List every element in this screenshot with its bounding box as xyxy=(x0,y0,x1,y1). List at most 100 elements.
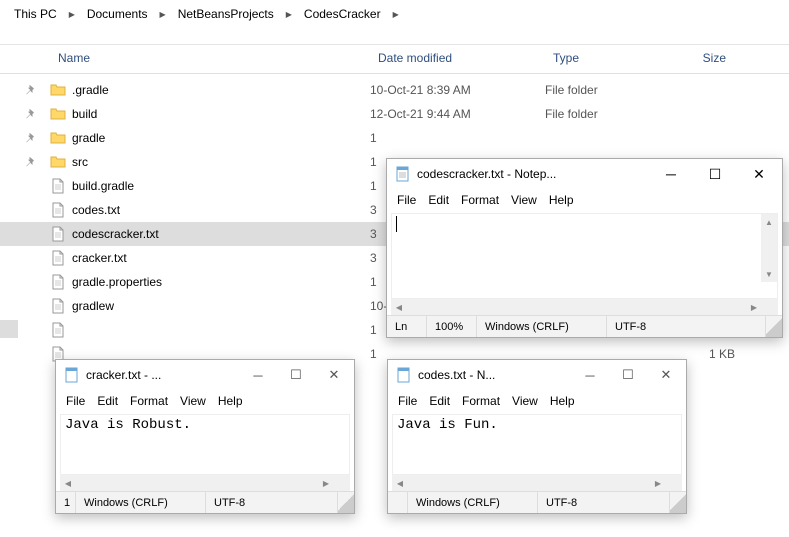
scrollbar-horizontal[interactable]: ◀ ▶ xyxy=(391,299,778,315)
status-bar: 1 Windows (CRLF) UTF-8 xyxy=(56,491,354,513)
maximize-button[interactable]: ☐ xyxy=(612,361,644,389)
titlebar[interactable]: codes.txt - N... ─ ☐ ✕ xyxy=(388,360,686,390)
resize-grip-icon[interactable] xyxy=(670,492,686,513)
notepad-cracker: cracker.txt - ... ─ ☐ ✕ File Edit Format… xyxy=(55,359,355,514)
resize-grip-icon[interactable] xyxy=(766,316,782,337)
crumb-netbeans[interactable]: NetBeansProjects xyxy=(174,5,278,23)
menu-help[interactable]: Help xyxy=(550,394,575,408)
crumb-codescracker[interactable]: CodesCracker xyxy=(300,5,385,23)
menu-format[interactable]: Format xyxy=(461,193,499,207)
titlebar[interactable]: codescracker.txt - Notep... ─ ☐ ✕ xyxy=(387,159,782,189)
menu-help[interactable]: Help xyxy=(549,193,574,207)
column-headers: Name Date modified Type Size xyxy=(0,44,789,74)
scrollbar-vertical[interactable]: ▲ ▼ xyxy=(761,214,777,282)
file-row[interactable]: build12-Oct-21 9:44 AMFile folder xyxy=(0,102,789,126)
file-date: 10-Oct-21 8:39 AM xyxy=(370,83,545,97)
notepad-icon xyxy=(64,367,80,383)
status-encoding: UTF-8 xyxy=(538,492,670,513)
scrollbar-horizontal[interactable]: ◀ ▶ xyxy=(60,475,350,491)
file-icon xyxy=(50,322,66,338)
titlebar[interactable]: cracker.txt - ... ─ ☐ ✕ xyxy=(56,360,354,390)
menu-file[interactable]: File xyxy=(397,193,416,207)
file-name: .gradle xyxy=(72,83,109,97)
window-title: codes.txt - N... xyxy=(418,368,568,382)
crumb-thispc[interactable]: This PC xyxy=(10,5,61,23)
pin-icon[interactable] xyxy=(12,108,50,120)
scroll-right-icon[interactable]: ▶ xyxy=(318,475,334,491)
chevron-right-icon[interactable]: ▶ xyxy=(389,10,403,19)
header-type[interactable]: Type xyxy=(545,45,655,73)
menu-view[interactable]: View xyxy=(512,394,538,408)
editor-area[interactable]: Java is Fun. xyxy=(392,414,682,475)
chevron-right-icon[interactable]: ▶ xyxy=(65,10,79,19)
chevron-right-icon[interactable]: ▶ xyxy=(282,10,296,19)
menu-edit[interactable]: Edit xyxy=(429,394,450,408)
folder-icon xyxy=(50,82,66,98)
scroll-right-icon[interactable]: ▶ xyxy=(650,475,666,491)
menu-file[interactable]: File xyxy=(398,394,417,408)
minimize-button[interactable]: ─ xyxy=(652,159,690,189)
editor-area[interactable]: Java is Robust. xyxy=(60,414,350,475)
notepad-icon xyxy=(396,367,412,383)
folder-icon xyxy=(50,154,66,170)
notepad-icon xyxy=(395,166,411,182)
file-row[interactable]: gradle1 xyxy=(0,126,789,150)
menu-bar: File Edit Format View Help xyxy=(56,390,354,414)
scroll-left-icon[interactable]: ◀ xyxy=(391,299,407,315)
file-type: File folder xyxy=(545,107,655,121)
close-button[interactable]: ✕ xyxy=(318,361,350,389)
scroll-up-icon[interactable]: ▲ xyxy=(761,214,777,230)
minimize-button[interactable]: ─ xyxy=(574,361,606,389)
menu-format[interactable]: Format xyxy=(462,394,500,408)
header-date[interactable]: Date modified xyxy=(370,45,545,73)
status-bar: Ln 100% Windows (CRLF) UTF-8 xyxy=(387,315,782,337)
scroll-down-icon[interactable]: ▼ xyxy=(761,266,777,282)
resize-grip-icon[interactable] xyxy=(338,492,354,513)
header-name[interactable]: Name xyxy=(50,45,370,73)
menu-bar: File Edit Format View Help xyxy=(387,189,782,213)
file-row[interactable]: .gradle10-Oct-21 8:39 AMFile folder xyxy=(0,78,789,102)
status-zoom: 100% xyxy=(427,316,477,337)
menu-view[interactable]: View xyxy=(511,193,537,207)
scroll-right-icon[interactable]: ▶ xyxy=(746,299,762,315)
pin-icon[interactable] xyxy=(12,156,50,168)
close-button[interactable]: ✕ xyxy=(650,361,682,389)
window-title: codescracker.txt - Notep... xyxy=(417,167,646,181)
maximize-button[interactable]: ☐ xyxy=(696,159,734,189)
crumb-documents[interactable]: Documents xyxy=(83,5,152,23)
status-eol: Windows (CRLF) xyxy=(76,492,206,513)
window-title: cracker.txt - ... xyxy=(86,368,236,382)
menu-view[interactable]: View xyxy=(180,394,206,408)
menu-file[interactable]: File xyxy=(66,394,85,408)
minimize-button[interactable]: ─ xyxy=(242,361,274,389)
file-name: codescracker.txt xyxy=(72,227,159,241)
status-pos: 1 xyxy=(56,492,76,513)
pin-icon[interactable] xyxy=(12,132,50,144)
status-pos: Ln xyxy=(387,316,427,337)
editor-text[interactable]: Java is Robust. xyxy=(61,415,349,474)
file-date: 12-Oct-21 9:44 AM xyxy=(370,107,545,121)
menu-edit[interactable]: Edit xyxy=(428,193,449,207)
maximize-button[interactable]: ☐ xyxy=(280,361,312,389)
scroll-left-icon[interactable]: ◀ xyxy=(392,475,408,491)
header-size[interactable]: Size xyxy=(655,45,735,73)
chevron-right-icon[interactable]: ▶ xyxy=(156,10,170,19)
close-button[interactable]: ✕ xyxy=(740,159,778,189)
breadcrumb: This PC ▶ Documents ▶ NetBeansProjects ▶… xyxy=(0,0,789,28)
file-name: gradlew xyxy=(72,299,114,313)
scroll-left-icon[interactable]: ◀ xyxy=(60,475,76,491)
notepad-codes: codes.txt - N... ─ ☐ ✕ File Edit Format … xyxy=(387,359,687,514)
file-name: cracker.txt xyxy=(72,251,127,265)
file-name: codes.txt xyxy=(72,203,120,217)
pin-icon[interactable] xyxy=(12,84,50,96)
menu-format[interactable]: Format xyxy=(130,394,168,408)
menu-edit[interactable]: Edit xyxy=(97,394,118,408)
file-icon xyxy=(50,226,66,242)
editor-area[interactable]: ▲ ▼ xyxy=(391,213,778,299)
selection-indicator xyxy=(0,320,18,338)
text-cursor xyxy=(396,216,397,232)
scrollbar-horizontal[interactable]: ◀ ▶ xyxy=(392,475,682,491)
file-date: 1 xyxy=(370,131,545,145)
editor-text[interactable]: Java is Fun. xyxy=(393,415,681,474)
menu-help[interactable]: Help xyxy=(218,394,243,408)
